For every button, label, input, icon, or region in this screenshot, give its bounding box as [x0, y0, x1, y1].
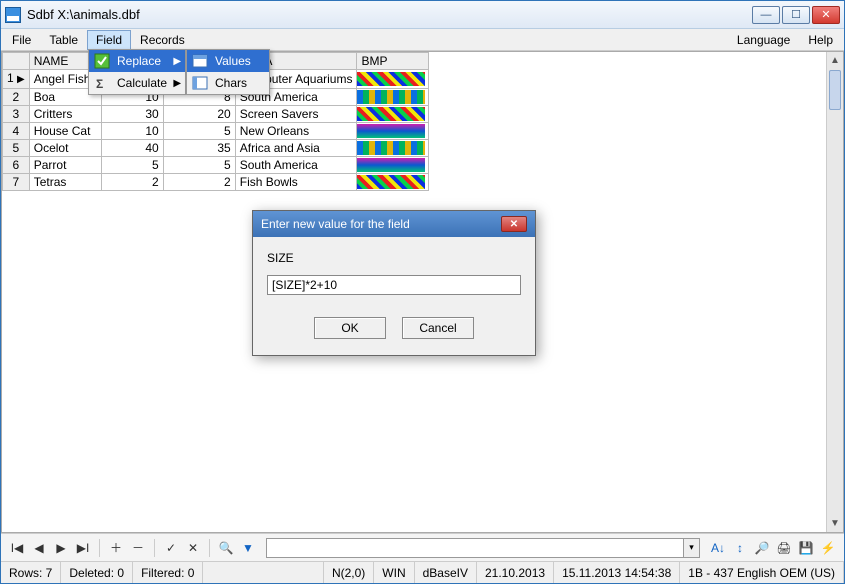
- sort-desc-icon[interactable]: ↕: [730, 538, 750, 558]
- table-row[interactable]: 6Parrot55South America: [3, 157, 429, 174]
- minimize-button[interactable]: —: [752, 6, 780, 24]
- maximize-button[interactable]: ☐: [782, 6, 810, 24]
- export-icon[interactable]: 💾: [796, 538, 816, 558]
- cancel-edit-icon[interactable]: ✕: [183, 538, 203, 558]
- run-icon[interactable]: ⚡: [818, 538, 838, 558]
- replace-icon: [93, 52, 111, 70]
- col-bmp[interactable]: BMP: [357, 53, 429, 70]
- status-rows: Rows: 7: [1, 562, 61, 583]
- status-coltype: N(2,0): [324, 562, 374, 583]
- cancel-button[interactable]: Cancel: [402, 317, 474, 339]
- window-title: Sdbf X:\animals.dbf: [27, 7, 752, 22]
- menu-field[interactable]: Field: [87, 30, 131, 50]
- menu-records[interactable]: Records: [131, 30, 194, 50]
- statusbar: Rows: 7 Deleted: 0 Filtered: 0 N(2,0) WI…: [1, 561, 844, 583]
- field-menu: Replace ▶ Σ Calculate ▶: [88, 49, 186, 95]
- dialog-titlebar: Enter new value for the field ✕: [253, 211, 535, 237]
- menu-calculate[interactable]: Σ Calculate ▶: [89, 72, 185, 94]
- status-date1: 21.10.2013: [477, 562, 554, 583]
- menu-file[interactable]: File: [3, 30, 40, 50]
- chars-icon: [191, 74, 209, 92]
- dialog-title: Enter new value for the field: [261, 217, 410, 231]
- confirm-icon[interactable]: ✓: [161, 538, 181, 558]
- last-record-icon[interactable]: ▶I: [73, 538, 93, 558]
- submenu-arrow-icon: ▶: [173, 78, 181, 89]
- menu-calculate-label: Calculate: [117, 76, 167, 90]
- titlebar: Sdbf X:\animals.dbf — ☐ ✕: [1, 1, 844, 29]
- close-button[interactable]: ✕: [812, 6, 840, 24]
- scroll-up-icon[interactable]: ▲: [827, 52, 843, 69]
- submenu-values[interactable]: Values: [187, 50, 269, 72]
- add-record-icon[interactable]: ＋: [106, 538, 126, 558]
- menu-replace[interactable]: Replace ▶: [89, 50, 185, 72]
- app-icon: [5, 7, 21, 23]
- zoom-icon[interactable]: 🔎: [752, 538, 772, 558]
- menu-language[interactable]: Language: [728, 30, 799, 50]
- replace-dialog: Enter new value for the field ✕ SIZE OK …: [252, 210, 536, 356]
- first-record-icon[interactable]: I◀: [7, 538, 27, 558]
- dialog-field-label: SIZE: [267, 251, 521, 265]
- replace-submenu: Values Chars: [186, 49, 270, 95]
- table-row[interactable]: 5Ocelot4035Africa and Asia: [3, 140, 429, 157]
- scroll-thumb[interactable]: [829, 70, 841, 110]
- submenu-chars-label: Chars: [215, 76, 247, 90]
- window-buttons: — ☐ ✕: [752, 6, 840, 24]
- next-record-icon[interactable]: ▶: [51, 538, 71, 558]
- menu-table[interactable]: Table: [40, 30, 87, 50]
- dialog-close-button[interactable]: ✕: [501, 216, 527, 232]
- svg-text:Σ: Σ: [96, 77, 103, 91]
- search-icon[interactable]: 🔍: [216, 538, 236, 558]
- submenu-chars[interactable]: Chars: [187, 72, 269, 94]
- scroll-down-icon[interactable]: ▼: [827, 515, 843, 532]
- table-row[interactable]: 7Tetras22Fish Bowls: [3, 174, 429, 191]
- menubar: File Table Field Records Language Help: [1, 29, 844, 51]
- status-codepage: 1B - 437 English OEM (US): [680, 562, 844, 583]
- sort-asc-icon[interactable]: A↓: [708, 538, 728, 558]
- ok-button[interactable]: OK: [314, 317, 386, 339]
- calculate-icon: Σ: [93, 74, 111, 92]
- vertical-scrollbar[interactable]: ▲ ▼: [826, 52, 843, 532]
- dialog-value-input[interactable]: [267, 275, 521, 295]
- delete-record-icon[interactable]: －: [128, 538, 148, 558]
- status-date2: 15.11.2013 14:54:38: [554, 562, 680, 583]
- submenu-arrow-icon: ▶: [173, 56, 181, 67]
- toolbar: I◀ ◀ ▶ ▶I ＋ － ✓ ✕ 🔍 ▼ ▾ A↓ ↕ 🔎 🖨 💾 ⚡: [1, 533, 844, 561]
- print-icon[interactable]: 🖨: [774, 538, 794, 558]
- menu-replace-label: Replace: [117, 54, 161, 68]
- table-row[interactable]: 4House Cat105New Orleans: [3, 123, 429, 140]
- status-os: WIN: [374, 562, 414, 583]
- filter-icon[interactable]: ▼: [238, 538, 258, 558]
- submenu-values-label: Values: [215, 54, 251, 68]
- menu-help[interactable]: Help: [799, 30, 842, 50]
- chevron-down-icon[interactable]: ▾: [683, 539, 699, 557]
- filter-combo[interactable]: ▾: [266, 538, 700, 558]
- status-deleted: Deleted: 0: [61, 562, 133, 583]
- table-row[interactable]: 3Critters3020Screen Savers: [3, 106, 429, 123]
- values-icon: [191, 52, 209, 70]
- status-dbtype: dBaseIV: [415, 562, 477, 583]
- prev-record-icon[interactable]: ◀: [29, 538, 49, 558]
- status-filtered: Filtered: 0: [133, 562, 203, 583]
